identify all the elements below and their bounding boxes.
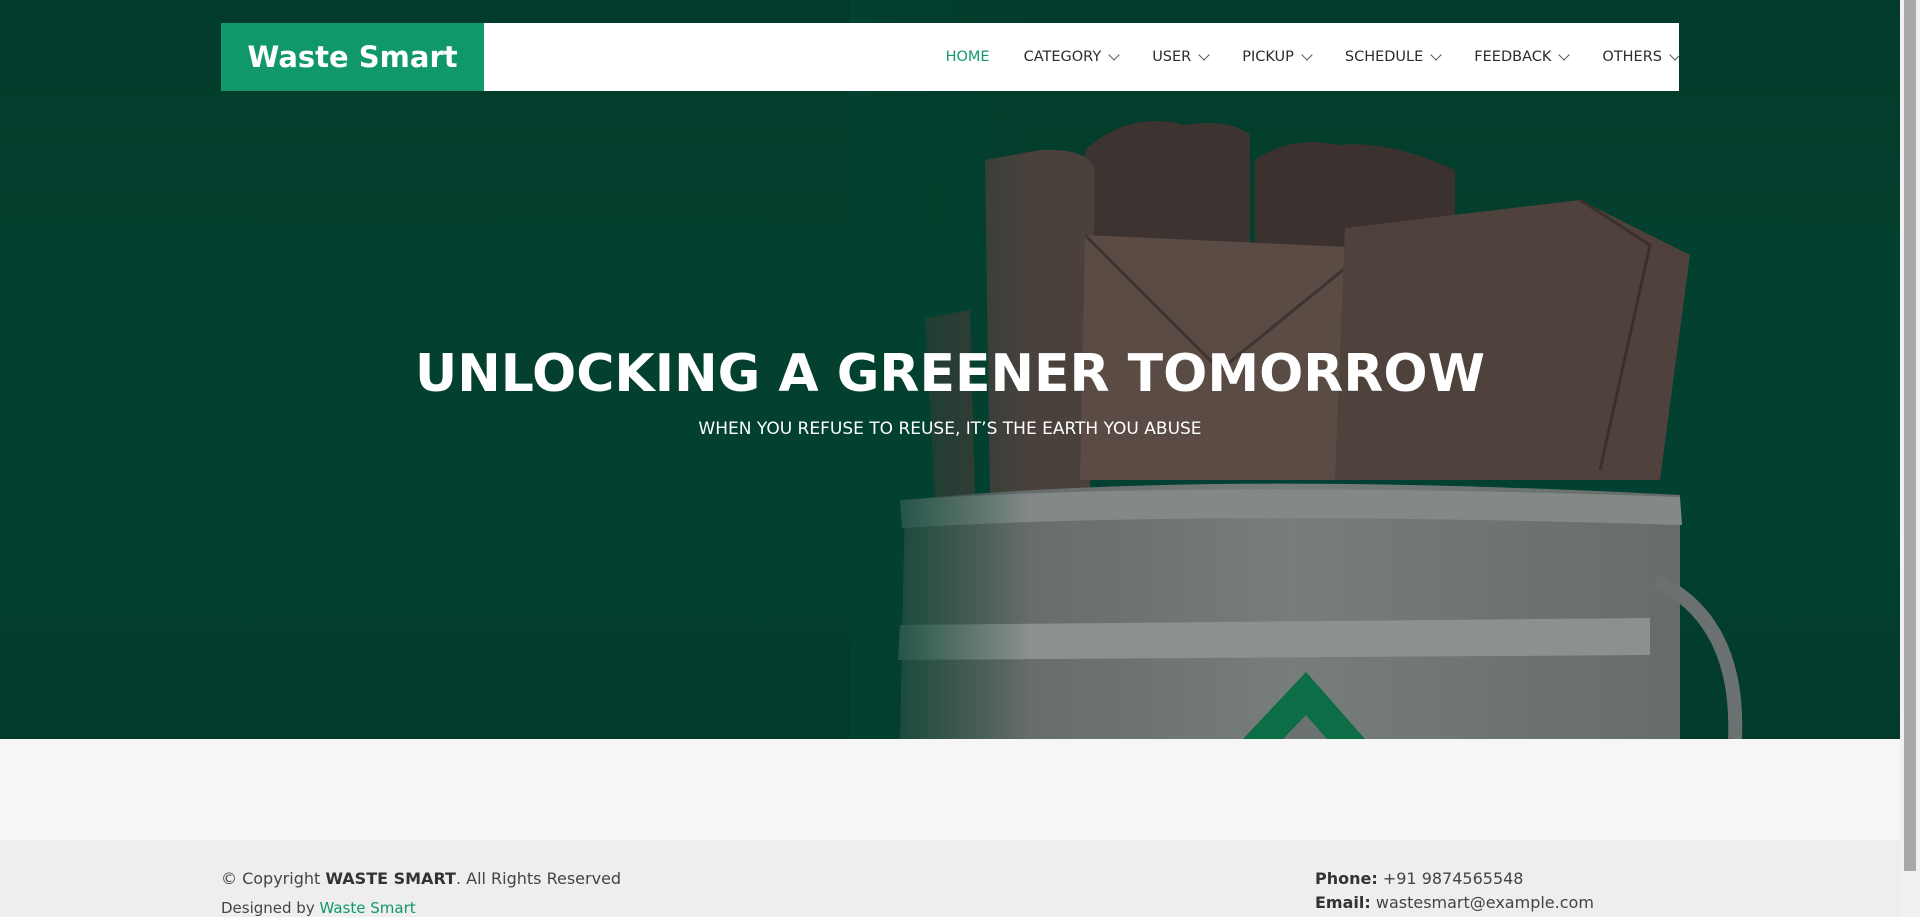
nav-home-label: HOME [945, 49, 990, 65]
phone-value: +91 9874565548 [1377, 869, 1524, 888]
copyright-suffix: . All Rights Reserved [455, 869, 622, 888]
site-logo[interactable]: Waste Smart [221, 23, 484, 91]
chevron-down-icon [1669, 48, 1681, 61]
nav-schedule[interactable]: SCHEDULE [1344, 23, 1442, 91]
nav-pickup-label: PICKUP [1242, 49, 1294, 65]
chevron-down-icon [1430, 48, 1442, 61]
chevron-down-icon [1108, 48, 1120, 61]
nav-feedback[interactable]: FEEDBACK [1474, 23, 1571, 91]
chevron-down-icon [1558, 48, 1571, 61]
copyright-text: © Copyright WASTE SMART. All Rights Rese… [221, 869, 621, 888]
nav-category[interactable]: CATEGORY [1023, 23, 1120, 91]
chevron-down-icon [1301, 48, 1313, 61]
nav-home[interactable]: HOME [946, 23, 990, 91]
email-label: Email: [1315, 893, 1371, 912]
nav-pickup[interactable]: PICKUP [1242, 23, 1313, 91]
site-footer: © Copyright WASTE SMART. All Rights Rese… [0, 840, 1900, 917]
scrollbar-thumb[interactable] [1904, 0, 1916, 871]
copyright-brand: WASTE SMART [325, 869, 456, 888]
nav-user-label: USER [1152, 49, 1192, 65]
designed-by-text: Designed by Waste Smart [221, 899, 416, 917]
phone-label: Phone: [1315, 869, 1378, 888]
copyright-prefix: © Copyright [221, 869, 326, 888]
nav-schedule-label: SCHEDULE [1344, 49, 1424, 65]
designed-by-link[interactable]: Waste Smart [319, 899, 415, 917]
nav-user[interactable]: USER [1152, 23, 1210, 91]
nav-feedback-label: FEEDBACK [1474, 49, 1552, 65]
hero-section: UNLOCKING A GREENER TOMORROW WHEN YOU RE… [0, 0, 1900, 739]
page-scrollbar[interactable] [1900, 0, 1920, 917]
email-value: wastesmart@example.com [1370, 893, 1594, 912]
nav-category-label: CATEGORY [1023, 49, 1102, 65]
footer-phone: Phone: +91 9874565548 [1315, 869, 1523, 888]
nav-others-label: OTHERS [1602, 49, 1662, 65]
footer-email: Email: wastesmart@example.com [1315, 893, 1594, 912]
chevron-down-icon [1198, 48, 1210, 61]
designed-by-prefix: Designed by [221, 899, 320, 917]
hero-title: UNLOCKING A GREENER TOMORROW [415, 344, 1485, 404]
main-nav: HOME CATEGORY USER PICKUP SCHEDULE FEEDB… [912, 23, 1681, 91]
hero-subtitle: WHEN YOU REFUSE TO REUSE, IT’S THE EARTH… [698, 419, 1202, 439]
content-spacer [0, 739, 1900, 840]
nav-others[interactable]: OTHERS [1602, 23, 1681, 91]
site-header: Waste Smart HOME CATEGORY USER PICKUP SC… [221, 23, 1681, 91]
